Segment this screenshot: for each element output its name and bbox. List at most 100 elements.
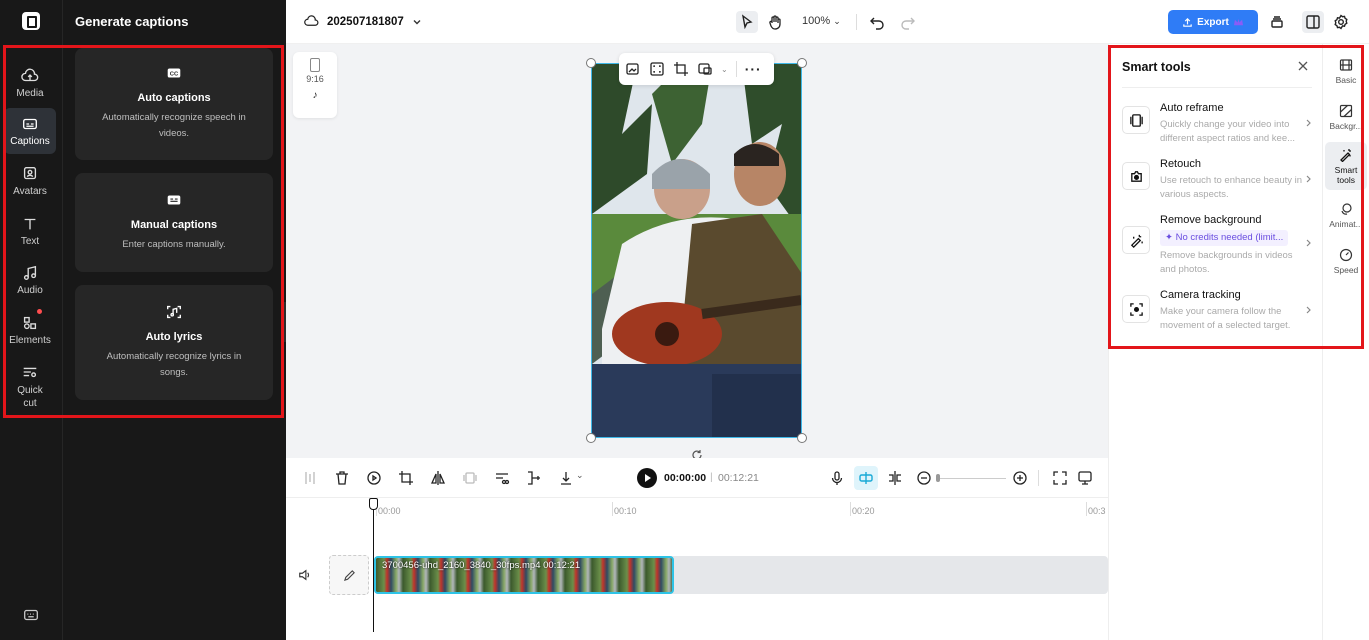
chevron-down-icon[interactable]: ⌄ (721, 65, 728, 74)
magic-eraser-icon (1122, 226, 1150, 254)
hand-tool-button[interactable] (764, 11, 786, 33)
resize-handle[interactable] (797, 433, 807, 443)
redo-button[interactable] (897, 11, 919, 33)
ratio-label: 9:16 (306, 74, 324, 84)
flip-icon[interactable] (430, 470, 446, 486)
gear-icon (1334, 14, 1348, 30)
elements-icon (21, 314, 39, 332)
divider (1122, 87, 1312, 88)
speaker-icon[interactable] (298, 568, 312, 582)
retouch-icon (1122, 162, 1150, 190)
aspect-ratio-button[interactable]: 9:16 ♪ (293, 52, 337, 118)
rail-item-quick-cut[interactable]: Quick cut (4, 356, 56, 409)
cloud-icon (304, 15, 319, 26)
cloud-upload-icon (21, 67, 39, 85)
tab-basic[interactable]: Basic (1325, 52, 1367, 92)
zoom-in-icon[interactable] (1012, 470, 1028, 486)
auto-lyrics-card[interactable]: Auto lyrics Automatically recognize lyri… (75, 285, 273, 400)
edit-cover-button[interactable] (329, 555, 369, 595)
tool-desc: Quickly change your video into different… (1160, 119, 1296, 144)
tool-remove-background[interactable]: Remove background ✦ No credits needed (l… (1122, 214, 1312, 276)
rail-item-audio[interactable]: Audio (4, 257, 56, 305)
tab-smart-tools[interactable]: Smart tools (1325, 142, 1367, 190)
rail-item-media[interactable]: Media (4, 60, 56, 108)
zoom-slider[interactable] (938, 478, 1006, 479)
export-button[interactable]: Export (1168, 10, 1258, 34)
split-icon[interactable] (302, 470, 318, 486)
divider (856, 14, 857, 30)
fit-frame-icon[interactable] (649, 61, 665, 77)
crop-icon[interactable] (398, 470, 414, 486)
lyrics-scan-icon (165, 303, 183, 321)
reframe-icon (1122, 106, 1150, 134)
undo-button[interactable] (866, 11, 888, 33)
top-bar: 202507181807 100% ⌄ Export (286, 0, 1369, 44)
select-tool-button[interactable] (736, 11, 758, 33)
video-clip[interactable]: 3700456-uhd_2160_3840_30fps.mp4 00:12:21 (374, 556, 674, 594)
more-icon[interactable]: ··· (745, 61, 762, 77)
add-marker-icon[interactable] (526, 470, 542, 486)
replace-image-icon[interactable] (625, 61, 641, 77)
freeze-icon[interactable] (462, 470, 478, 486)
rail-label: Avatars (13, 186, 47, 197)
comment-icon[interactable] (1077, 470, 1093, 486)
tab-speed[interactable]: Speed (1325, 242, 1367, 282)
tab-background[interactable]: Backgr... (1325, 98, 1367, 138)
redo-icon (901, 17, 915, 30)
mask-icon[interactable] (697, 61, 713, 77)
playhead[interactable] (373, 498, 374, 632)
trash-icon[interactable] (334, 470, 350, 486)
resize-handle[interactable] (586, 433, 596, 443)
speedometer-icon (1339, 248, 1353, 262)
crop-icon[interactable] (673, 61, 689, 77)
hand-icon (769, 15, 781, 30)
close-icon[interactable] (1297, 60, 1309, 72)
tool-desc: Make your camera follow the movement of … (1160, 306, 1291, 331)
link-clips-icon[interactable] (887, 470, 903, 486)
zoom-select[interactable]: 100% ⌄ (802, 15, 841, 27)
zoom-out-icon[interactable] (916, 470, 932, 486)
loop-play-icon[interactable] (366, 470, 382, 486)
magic-wand-icon (1340, 149, 1351, 162)
download-icon[interactable] (558, 470, 574, 486)
rail-item-avatars[interactable]: Avatars (4, 158, 56, 206)
zoom-slider-thumb[interactable] (936, 474, 940, 482)
playhead-handle[interactable] (369, 498, 378, 510)
svg-text:CC: CC (170, 72, 179, 78)
panel-layout-icon (1306, 15, 1320, 29)
rail-item-text[interactable]: Text (4, 208, 56, 256)
resize-handle[interactable] (797, 58, 807, 68)
chevron-down-icon[interactable]: ⌄ (576, 470, 584, 481)
rail-item-captions[interactable]: Captions (4, 108, 56, 154)
pointer-icon (741, 14, 753, 30)
project-title[interactable]: 202507181807 (304, 14, 422, 29)
microphone-icon[interactable] (829, 470, 845, 486)
card-title: Auto captions (137, 92, 211, 104)
tab-label: Smart tools (1334, 165, 1358, 185)
play-button[interactable] (637, 468, 657, 488)
tool-camera-tracking[interactable]: Camera tracking Make your camera follow … (1122, 289, 1312, 333)
rail-label: Captions (10, 136, 50, 147)
card-desc: Enter captions manually. (122, 239, 226, 250)
app-logo-icon[interactable] (22, 12, 40, 30)
scissors-icon[interactable] (494, 470, 510, 486)
tab-animation[interactable]: Animat... (1325, 196, 1367, 236)
resize-handle[interactable] (586, 58, 596, 68)
tool-auto-reframe[interactable]: Auto reframe Quickly change your video i… (1122, 102, 1312, 146)
layers-button[interactable] (1266, 11, 1288, 33)
rail-item-elements[interactable]: Elements (4, 307, 56, 355)
settings-button[interactable] (1330, 11, 1352, 33)
manual-captions-card[interactable]: Manual captions Enter captions manually. (75, 173, 273, 272)
video-frame[interactable] (591, 63, 802, 438)
layout-toggle-button[interactable] (1302, 11, 1324, 33)
tab-label: Basic (1335, 75, 1357, 85)
fullscreen-icon[interactable] (1052, 470, 1068, 486)
total-time: 00:12:21 (718, 472, 759, 484)
chevron-right-icon (1306, 239, 1311, 247)
tool-retouch[interactable]: Retouch Use retouch to enhance beauty in… (1122, 158, 1312, 202)
keyboard-icon[interactable] (22, 606, 40, 624)
project-name: 202507181807 (327, 15, 404, 28)
chevron-right-icon (1306, 306, 1311, 314)
auto-captions-card[interactable]: CC Auto captions Automatically recognize… (75, 48, 273, 160)
music-note-icon (21, 264, 39, 282)
